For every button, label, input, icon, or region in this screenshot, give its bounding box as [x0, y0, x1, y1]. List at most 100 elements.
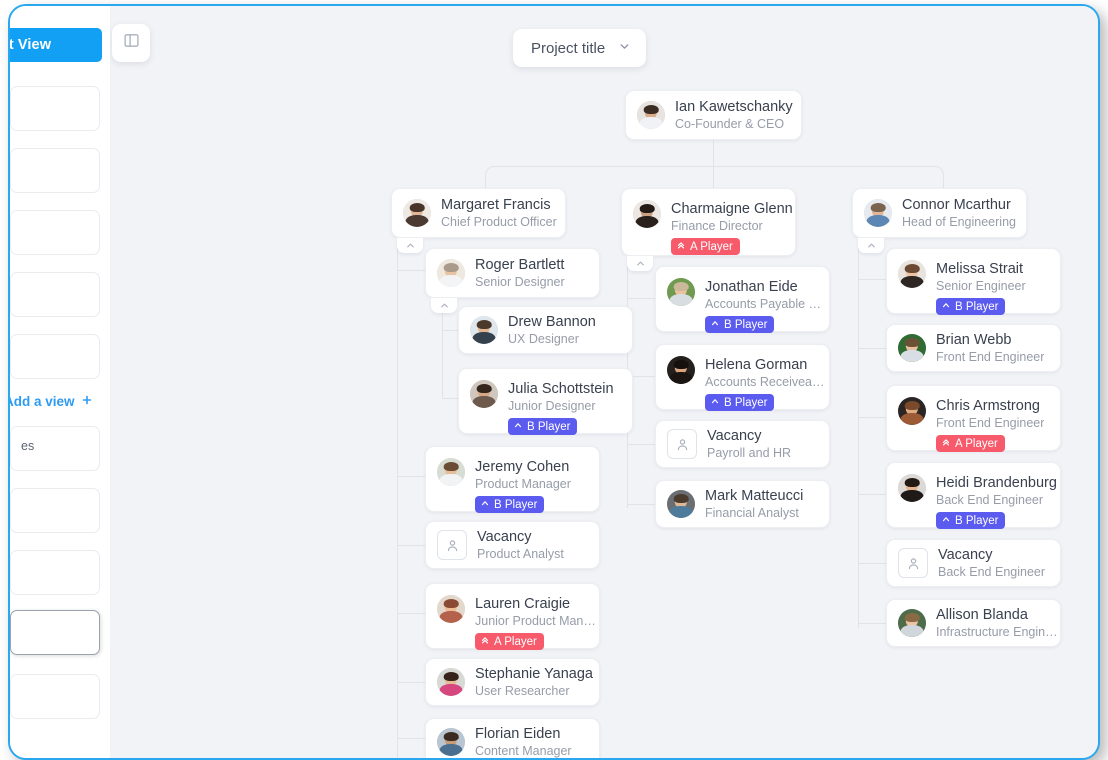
- status-badge-b-player: B Player: [936, 512, 1006, 529]
- vacancy-person-icon: [667, 429, 697, 459]
- org-node-florian-eiden[interactable]: Florian Eiden Content Manager: [425, 718, 600, 758]
- org-node-name: Allison Blanda: [936, 606, 1028, 623]
- sidebar-view-item[interactable]: [10, 550, 100, 595]
- status-badge-label: B Player: [955, 514, 999, 527]
- avatar: [898, 609, 926, 637]
- avatar: [470, 316, 498, 344]
- collapse-toggle-roger[interactable]: [431, 298, 457, 313]
- sidebar-view-item-selected[interactable]: [10, 610, 100, 655]
- status-badge-label: B Player: [955, 300, 999, 313]
- avatar: [667, 356, 695, 384]
- status-badge-label: B Player: [494, 498, 538, 511]
- connector-branch-c-spine: [858, 238, 887, 628]
- org-node-role: Chief Product Officer: [441, 214, 557, 229]
- avatar: [437, 595, 465, 623]
- org-node-name: Jonathan Eide: [705, 279, 798, 295]
- chevron-up-icon: [710, 396, 720, 409]
- sidebar-view-item[interactable]: [10, 334, 100, 379]
- status-badge-label: A Player: [955, 437, 998, 450]
- chevron-up-icon: [513, 420, 523, 433]
- org-node-name: Charmaigne Glenn: [671, 201, 793, 217]
- org-node-allison-blanda[interactable]: Allison Blanda Infrastructure Engineer: [886, 599, 1061, 647]
- sidebar-view-item[interactable]: [10, 210, 100, 255]
- org-node-name: Brian Webb: [936, 331, 1012, 348]
- status-badge-label: A Player: [690, 240, 733, 253]
- sidebar-view-item[interactable]: [10, 488, 100, 533]
- org-node-name: Helena Gorman: [705, 357, 808, 373]
- connector-branch-c-rung: [858, 279, 887, 280]
- org-node-connor-mcarthur[interactable]: Connor Mcarthur Head of Engineering: [852, 188, 1027, 238]
- vacancy-person-icon: [898, 548, 928, 578]
- connector-branch-a-rung: [397, 270, 426, 271]
- sidebar-view-item[interactable]: [10, 674, 100, 719]
- org-node-vacancy-payroll-hr[interactable]: Vacancy Payroll and HR: [655, 420, 830, 468]
- chevron-up-icon: [941, 514, 951, 527]
- collapse-toggle-charmaigne[interactable]: [627, 256, 653, 271]
- chevron-up-icon: [941, 300, 951, 313]
- avatar: [864, 199, 892, 227]
- collapse-toggle-connor[interactable]: [858, 238, 884, 253]
- status-badge-b-player: B Player: [475, 496, 545, 513]
- connector-branch-c-rung: [858, 417, 887, 418]
- org-node-jeremy-cohen[interactable]: Jeremy Cohen Product Manager B Player: [425, 446, 600, 513]
- sidebar-panel-icon: [123, 32, 140, 54]
- connector-branch-b-rung: [627, 504, 656, 505]
- org-node-name: Julia Schottstein: [508, 381, 614, 397]
- sidebar-view-item[interactable]: [10, 272, 100, 317]
- org-node-brian-webb[interactable]: Brian Webb Front End Engineer: [886, 324, 1061, 372]
- org-node-mark-matteucci[interactable]: Mark Matteucci Financial Analyst: [655, 480, 830, 528]
- avatar: [437, 728, 465, 756]
- status-badge-b-player: B Player: [508, 418, 578, 435]
- avatar: [633, 200, 661, 228]
- org-node-roger-bartlett[interactable]: Roger Bartlett Senior Designer: [425, 248, 600, 298]
- org-node-name: Chris Armstrong: [936, 398, 1040, 414]
- chevron-down-icon: [618, 40, 631, 57]
- sidebar-view-item[interactable]: es: [10, 426, 100, 471]
- org-node-jonathan-eide[interactable]: Jonathan Eide Accounts Payable Officer B…: [655, 266, 830, 333]
- org-node-stephanie-yanaga[interactable]: Stephanie Yanaga User Researcher: [425, 658, 600, 706]
- project-title-dropdown[interactable]: Project title: [513, 29, 647, 67]
- add-a-view-button[interactable]: Add a view: [10, 394, 93, 409]
- sidebar-view-item[interactable]: [10, 86, 100, 131]
- org-node-drew-bannon[interactable]: Drew Bannon UX Designer: [458, 306, 633, 354]
- org-node-helena-gorman[interactable]: Helena Gorman Accounts Receiveable O... …: [655, 344, 830, 411]
- status-badge-label: B Player: [724, 318, 768, 331]
- connector-branch-a-rung: [397, 738, 426, 739]
- sidebar-view-item[interactable]: [10, 148, 100, 193]
- org-node-vacancy-back-end-engineer[interactable]: Vacancy Back End Engineer: [886, 539, 1061, 587]
- org-node-name: Drew Bannon: [508, 313, 596, 330]
- org-node-role: Junior Designer: [508, 399, 596, 413]
- org-node-role: Product Analyst: [477, 546, 564, 561]
- connector-branch-b-rung: [627, 298, 656, 299]
- org-node-chris-armstrong[interactable]: Chris Armstrong Front End Engineer A Pla…: [886, 385, 1061, 452]
- org-node-name: Vacancy: [707, 427, 762, 444]
- sidebar: Edit View Add a view es: [10, 6, 110, 758]
- connector-branch-c-rung: [858, 348, 887, 349]
- status-badge-a-player: A Player: [671, 238, 740, 255]
- org-chart-canvas[interactable]: Project title Ian Kawetschanky Co-Founde…: [110, 6, 1098, 758]
- org-node-role: Junior Product Manager: [475, 614, 599, 628]
- org-node-role: Senior Designer: [475, 274, 565, 289]
- org-node-margaret-francis[interactable]: Margaret Francis Chief Product Officer: [391, 188, 566, 238]
- org-node-heidi-brandenburg[interactable]: Heidi Brandenburg Back End Engineer B Pl…: [886, 462, 1061, 529]
- org-node-melissa-strait[interactable]: Melissa Strait Senior Engineer B Player: [886, 248, 1061, 315]
- org-node-name: Vacancy: [477, 528, 532, 545]
- org-node-julia-schottstein[interactable]: Julia Schottstein Junior Designer B Play…: [458, 368, 633, 435]
- connector-root-stem: [713, 139, 714, 191]
- org-node-lauren-craigie[interactable]: Lauren Craigie Junior Product Manager A …: [425, 583, 600, 650]
- org-node-role: Back End Engineer: [936, 493, 1044, 507]
- collapse-toggle-margaret[interactable]: [397, 238, 423, 253]
- org-node-role: Co-Founder & CEO: [675, 116, 785, 131]
- avatar: [898, 474, 926, 502]
- org-node-role: Finance Director: [671, 219, 763, 233]
- sidebar-panel-toggle-button[interactable]: [112, 24, 150, 62]
- org-node-root[interactable]: Ian Kawetschanky Co-Founder & CEO: [625, 90, 802, 140]
- org-node-vacancy-product-analyst[interactable]: Vacancy Product Analyst: [425, 521, 600, 569]
- org-node-charmaigne-glenn[interactable]: Charmaigne Glenn Finance Director A Play…: [621, 188, 796, 256]
- org-node-name: Lauren Craigie: [475, 596, 571, 612]
- avatar: [437, 458, 465, 486]
- double-chevron-up-icon: [941, 437, 951, 450]
- org-node-role: User Researcher: [475, 683, 570, 698]
- org-node-role: Accounts Payable Officer: [705, 297, 829, 311]
- edit-view-button[interactable]: Edit View: [10, 28, 102, 62]
